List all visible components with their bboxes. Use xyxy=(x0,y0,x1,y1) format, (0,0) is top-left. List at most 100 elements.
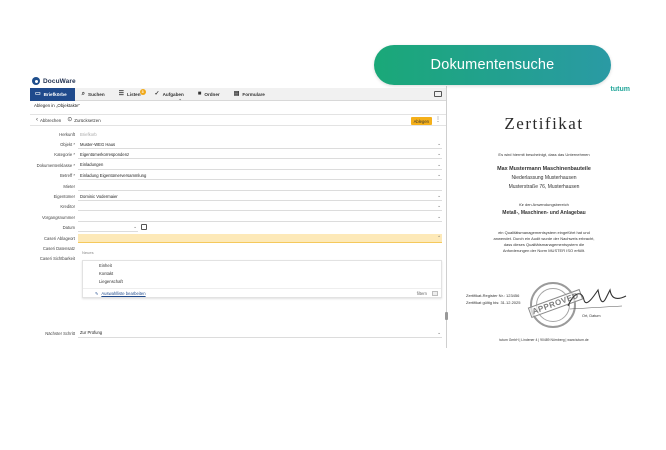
field-label: Objekt * xyxy=(60,142,75,148)
herkunft-field: Briefkorb xyxy=(80,131,97,137)
filter-checkbox[interactable] xyxy=(432,290,438,296)
scope-intro: für den Anwendungsbereich xyxy=(519,202,569,207)
betreff-select[interactable]: Einladung Eigentümerversammlung ⌄ xyxy=(78,171,442,181)
form-icon: ▤ xyxy=(233,91,240,97)
menu-item-label: Ordner xyxy=(204,91,220,97)
field-label: Caseri Sichtbarkeit xyxy=(39,256,75,262)
tray-icon: ▭ xyxy=(35,91,41,97)
list-icon: ☰ xyxy=(118,91,125,97)
field-label: Mieter xyxy=(63,183,75,189)
kreditor-select[interactable]: ⌄ xyxy=(78,202,442,212)
calendar-icon[interactable] xyxy=(141,224,147,231)
chevron-down-icon: ⌄ xyxy=(178,95,182,101)
file-button[interactable]: Ablegen xyxy=(410,117,432,125)
objekt-select[interactable]: Muster-WEG Haus ⌄ xyxy=(78,140,442,150)
chevron-down-icon: ⌄ xyxy=(437,141,441,147)
form-row-eigentuemer: Eigentümer Dominic Vodermaier ⌄ xyxy=(30,191,446,202)
form-row-caseri-ablageort: Caseri Ablageort ⌃ xyxy=(30,233,446,243)
reset-icon: ⊙ xyxy=(67,117,73,123)
check-icon: ✓ xyxy=(154,91,160,97)
menu-item-label: Briefkörbe xyxy=(43,91,67,97)
field-label: Datum xyxy=(62,225,75,231)
form-row-betreff: Betreff * Einladung Eigentümerversammlun… xyxy=(30,171,446,181)
company-address: Musterstraße 76, Musterhausen xyxy=(508,184,580,190)
form-row-objekt: Objekt * Muster-WEG Haus ⌄ xyxy=(30,139,446,150)
field-label: Herkunft xyxy=(59,131,75,137)
field-value: Muster-WEG Haus xyxy=(80,141,116,147)
dropdown-search-text: Neues xyxy=(82,250,94,255)
kategorie-select[interactable]: Eigentümerkorrespondenz ⌄ xyxy=(78,150,442,160)
scope-text: Metall-, Maschinen- und Anlagebau xyxy=(502,210,586,216)
form-row-next-step: Nächster Schritt Zur Prüfung ⌄ xyxy=(30,328,446,338)
reset-button[interactable]: ⊙ Zurücksetzen xyxy=(67,117,100,123)
dropdown-option[interactable]: Einheit xyxy=(83,261,441,269)
field-value: Dominic Vodermaier xyxy=(80,193,118,199)
chevron-down-icon: ⌄ xyxy=(437,151,441,157)
dropdown-option[interactable]: Liegenschaft xyxy=(83,278,441,286)
form-row-kategorie: Kategorie * Eigentümerkorrespondenz ⌄ xyxy=(30,150,446,160)
eigentuemer-select[interactable]: Dominic Vodermaier ⌄ xyxy=(78,192,442,202)
reset-label: Zurücksetzen xyxy=(74,117,101,123)
form-row-dokumentenklasse: Dokumentenklasse * Einladungen ⌄ xyxy=(30,160,446,170)
breadcrumb: Ablegen in „Objektakte" xyxy=(34,103,80,108)
body-line: dass dieses Qualitätsmanagementsystem di… xyxy=(503,242,585,247)
docuware-logo-icon xyxy=(32,77,40,85)
chevron-down-icon: ⌄ xyxy=(437,213,441,219)
menu-item-ordner[interactable]: ■ Ordner xyxy=(191,88,227,101)
body-line: ein Qualitätsmanagementsystem eingeführt… xyxy=(498,230,590,235)
menu-item-listen[interactable]: ☰ Listen 3 xyxy=(112,88,148,101)
dokumentenklasse-select[interactable]: Einladungen ⌄ xyxy=(78,161,442,170)
field-label: Kategorie * xyxy=(54,152,75,158)
company-branch: Niederlassung Musterhausen xyxy=(511,175,577,181)
ablageort-dropdown: Einheit Kontakt Liegenschaft ✎ Auswahlli… xyxy=(82,260,442,298)
chevron-up-icon: ⌃ xyxy=(437,234,441,240)
register-number: Zertifikat-Register Nr.: 123456 xyxy=(466,293,520,298)
brand-logo: tutum xyxy=(610,86,630,93)
menu-item-label: Listen xyxy=(127,91,141,97)
field-label: Dokumentenklasse * xyxy=(36,162,75,168)
more-options-icon[interactable]: ⋮ xyxy=(435,117,441,123)
document-search-button[interactable]: Dokumentensuche xyxy=(374,45,611,85)
edit-list-link[interactable]: Auswahlliste bearbeiten xyxy=(101,291,145,296)
menu-item-formulare[interactable]: ▤ Formulare xyxy=(227,88,272,101)
window-toggle-icon[interactable] xyxy=(434,91,442,97)
body-line: Anforderungen der Norm MUSTER ISO erfüll… xyxy=(502,248,586,253)
panel-splitter[interactable] xyxy=(446,86,447,348)
vorgangsnummer-select[interactable]: ⌄ xyxy=(78,213,442,222)
cancel-button[interactable]: ‹ Abbrechen xyxy=(36,117,61,123)
field-value: Zur Prüfung xyxy=(80,330,103,336)
chevron-down-icon: ⌄ xyxy=(437,172,441,178)
certificate-footer: tutum GmbH | Lindener 4 | 90489 Nürnberg… xyxy=(499,338,589,342)
menu-item-label: Formulare xyxy=(242,91,265,97)
valid-until: Zertifikat gültig bis: 31.12.2025 xyxy=(466,300,521,305)
chevron-down-icon: ⌄ xyxy=(133,224,137,230)
chevron-left-icon: ‹ xyxy=(36,117,38,123)
action-bar: ‹ Abbrechen ⊙ Zurücksetzen Ablegen ⋮ xyxy=(30,114,446,126)
dropdown-option[interactable]: Kontakt xyxy=(83,269,441,277)
mieter-input[interactable] xyxy=(78,182,442,191)
cancel-label: Abbrechen xyxy=(40,117,62,123)
place-date: Ort, Datum xyxy=(582,314,601,318)
next-step-select[interactable]: Zur Prüfung ⌄ xyxy=(78,329,442,338)
chevron-down-icon: ⌄ xyxy=(437,203,441,209)
menu-item-suchen[interactable]: ⌕ Suchen xyxy=(75,88,112,101)
field-label: Caseri Ablageort xyxy=(44,235,75,241)
field-label: Betreff * xyxy=(59,173,75,179)
caseri-ablageort-select[interactable]: ⌃ xyxy=(78,233,442,243)
datum-input[interactable]: ⌄ xyxy=(78,223,147,233)
dropdown-footer: ✎ Auswahlliste bearbeiten filtern xyxy=(83,288,441,297)
register-info: Zertifikat-Register Nr.: 123456 Zertifik… xyxy=(466,292,520,306)
menu-item-aufgaben[interactable]: ✓ Aufgaben ⌄ xyxy=(148,88,191,101)
splitter-handle[interactable] xyxy=(445,312,448,320)
body-line: anwendet. Durch ein Audit wurde der Nach… xyxy=(493,236,595,241)
field-label: Eigentümer xyxy=(53,194,75,200)
menu-item-briefkoerbe[interactable]: ▭ Briefkörbe xyxy=(30,87,75,101)
form-row-kreditor: Kreditor ⌄ xyxy=(30,202,446,212)
form-row-datum: Datum ⌄ xyxy=(30,223,446,233)
field-value: Einladungen xyxy=(80,162,104,168)
filter-label: filtern xyxy=(416,290,427,296)
certificate-intro: Es wird hiermit bescheinigt, dass das Un… xyxy=(498,152,590,157)
field-label: Caseri Datensatz xyxy=(42,245,75,251)
caseri-datensatz-field[interactable] xyxy=(78,244,442,253)
menu-item-label: Suchen xyxy=(88,91,105,97)
